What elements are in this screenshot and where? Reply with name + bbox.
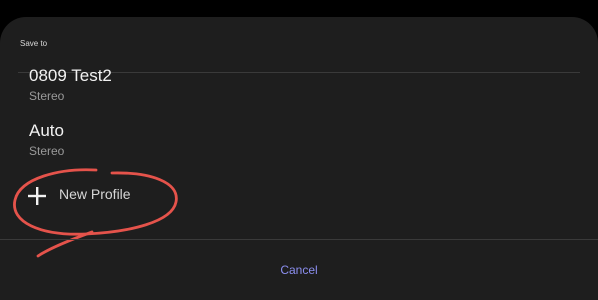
profile-subtitle: Stereo	[29, 144, 65, 158]
cancel-button[interactable]: Cancel	[259, 256, 339, 284]
divider	[0, 239, 598, 240]
profile-item-0809-test2[interactable]: 0809 Test2 Stereo	[29, 66, 329, 103]
profile-name: 0809 Test2	[29, 66, 112, 85]
profile-item-auto[interactable]: Auto Stereo	[29, 121, 329, 158]
new-profile-label: New Profile	[59, 186, 131, 202]
sheet-title: Save to	[20, 39, 48, 48]
plus-icon	[28, 187, 46, 205]
profile-name: Auto	[29, 121, 64, 140]
new-profile-button[interactable]: New Profile	[26, 183, 186, 207]
profile-subtitle: Stereo	[29, 89, 65, 103]
